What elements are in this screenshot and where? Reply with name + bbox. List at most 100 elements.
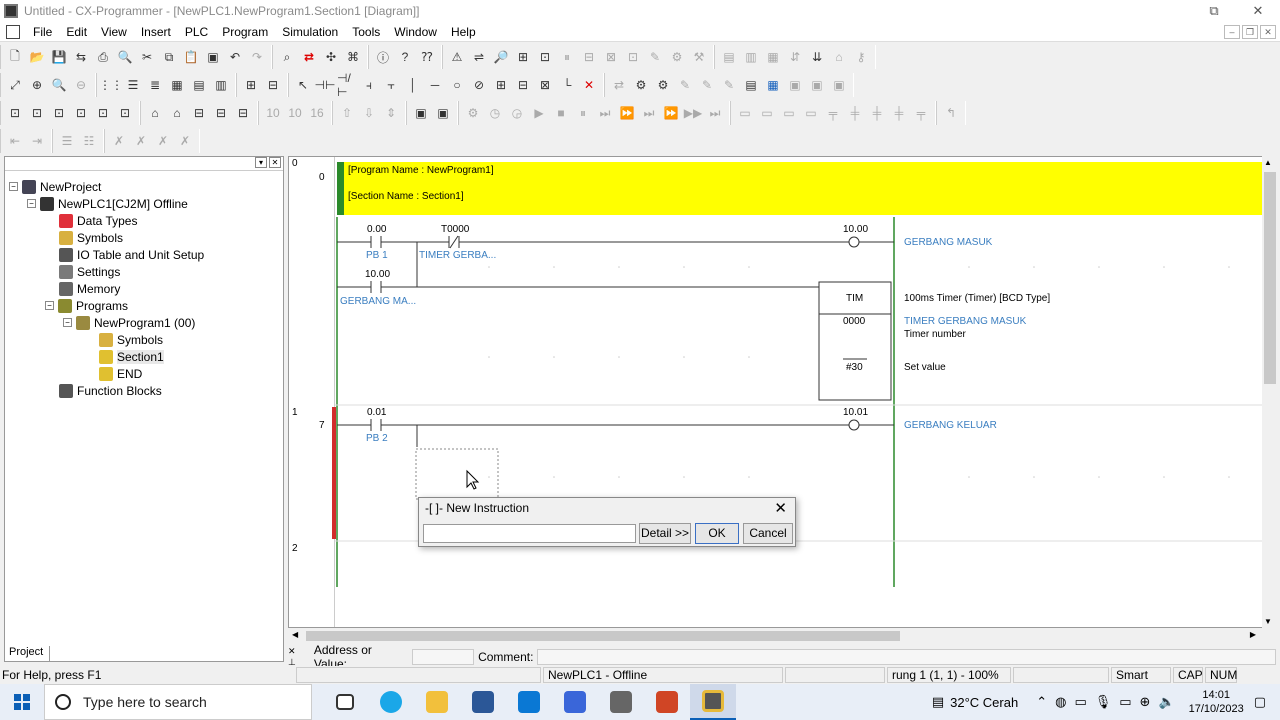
tree-node-plc[interactable]: − NewPLC1[CJ2M] Offline bbox=[27, 195, 188, 212]
battery-icon[interactable]: ▭ bbox=[1119, 694, 1131, 710]
news-icon[interactable]: ▤ bbox=[932, 694, 944, 710]
window-5-icon[interactable]: ⊡ bbox=[93, 104, 113, 122]
dim-edit-3-icon[interactable]: ✎ bbox=[719, 76, 739, 94]
properties-icon[interactable]: ⓘ bbox=[373, 48, 393, 66]
copy-icon[interactable]: ⧉ bbox=[159, 48, 179, 66]
sim-settings-icon[interactable]: ⚙ bbox=[463, 104, 483, 122]
output-window-icon[interactable]: ⊞ bbox=[513, 48, 533, 66]
unlock-icon[interactable]: ⚷ bbox=[851, 48, 871, 66]
find-icon[interactable]: ⌕ bbox=[277, 48, 297, 66]
menu-program[interactable]: Program bbox=[215, 25, 275, 39]
mdi-minimize-button[interactable]: – bbox=[1224, 24, 1240, 39]
transfer-icon[interactable]: ⇵ bbox=[785, 48, 805, 66]
sim-set-icon[interactable]: ◶ bbox=[507, 104, 527, 122]
menu-plc[interactable]: PLC bbox=[178, 25, 215, 39]
dim-edit-2-icon[interactable]: ✎ bbox=[697, 76, 717, 94]
comment-input[interactable] bbox=[537, 649, 1276, 665]
tray-chevron-icon[interactable]: ⌃ bbox=[1036, 694, 1047, 710]
taskbar-word[interactable] bbox=[460, 684, 506, 720]
tab-project[interactable]: Project bbox=[4, 646, 50, 662]
dim-trace-2-icon[interactable]: ▣ bbox=[807, 76, 827, 94]
align-6-icon[interactable]: ╪ bbox=[845, 104, 865, 122]
sim-step-in-icon[interactable]: ⏩ bbox=[617, 104, 637, 122]
vertical-line-icon[interactable]: │ bbox=[403, 76, 423, 94]
taskbar-mail[interactable] bbox=[506, 684, 552, 720]
address-input[interactable] bbox=[412, 649, 475, 665]
ladder-view-icon[interactable]: ⊞ bbox=[241, 76, 261, 94]
plc-icon[interactable]: ⌂ bbox=[829, 48, 849, 66]
collapse-toggle-icon[interactable]: − bbox=[63, 318, 72, 327]
return-icon[interactable]: ↰ bbox=[941, 104, 961, 122]
start-button[interactable] bbox=[0, 684, 44, 720]
window-7-icon[interactable]: ⊟ bbox=[189, 104, 209, 122]
list-2-icon[interactable]: ☷ bbox=[79, 132, 99, 150]
taskbar-search-box[interactable]: Type here to search bbox=[44, 684, 312, 720]
compare-icon[interactable]: ⇆ bbox=[71, 48, 91, 66]
toggle-view-icon[interactable]: ⇌ bbox=[469, 48, 489, 66]
ladder-diagram[interactable]: 0 0 1 7 2 [Program Name : NewProgram1] [… bbox=[288, 156, 1278, 628]
instruction-input[interactable] bbox=[423, 524, 636, 543]
taskbar-file-explorer[interactable] bbox=[414, 684, 460, 720]
replace-icon[interactable]: ⇄ bbox=[299, 48, 319, 66]
align-8-icon[interactable]: ╪ bbox=[889, 104, 909, 122]
or-nc-contact-icon[interactable]: ⫟ bbox=[381, 76, 401, 94]
search-program-icon[interactable]: 🔎 bbox=[491, 48, 511, 66]
mdi-close-button[interactable]: ✕ bbox=[1260, 24, 1276, 39]
align-5-icon[interactable]: ╤ bbox=[823, 104, 843, 122]
taskbar-powerpoint[interactable] bbox=[644, 684, 690, 720]
taskbar-cx-programmer[interactable] bbox=[690, 684, 736, 720]
tree-node-function-blocks[interactable]: Function Blocks bbox=[59, 382, 162, 399]
menu-edit[interactable]: Edit bbox=[59, 25, 94, 39]
tree-node-symbols[interactable]: Symbols bbox=[59, 229, 123, 246]
tree-node-end[interactable]: END bbox=[99, 365, 142, 382]
dim-edit-1-icon[interactable]: ✎ bbox=[675, 76, 695, 94]
sim-scan-icon[interactable]: ▶▶ bbox=[683, 104, 703, 122]
sim-run-icon[interactable]: ▶ bbox=[529, 104, 549, 122]
network-icon[interactable]: ⌂ bbox=[145, 104, 165, 122]
zoom-fit-icon[interactable]: ⤢ bbox=[5, 76, 25, 94]
rung-bookmark-icon[interactable]: ≣ bbox=[145, 76, 165, 94]
menu-insert[interactable]: Insert bbox=[134, 25, 178, 39]
align-3-icon[interactable]: ▭ bbox=[779, 104, 799, 122]
nc-coil-icon[interactable]: ⊘ bbox=[469, 76, 489, 94]
taskbar-math[interactable] bbox=[552, 684, 598, 720]
pane-pin-button[interactable]: ▾ bbox=[255, 157, 267, 168]
dim-tool-3-icon[interactable]: ⊡ bbox=[623, 48, 643, 66]
align-7-icon[interactable]: ╪ bbox=[867, 104, 887, 122]
delete-element-icon[interactable]: ✕ bbox=[579, 76, 599, 94]
cut-icon[interactable]: ✂ bbox=[137, 48, 157, 66]
mnemonic-view-icon[interactable]: ⊟ bbox=[263, 76, 283, 94]
compile-all-icon[interactable]: ⚙ bbox=[653, 76, 673, 94]
scroll-down-icon[interactable]: ▼ bbox=[1264, 617, 1272, 626]
language-icon[interactable]: ⊕ bbox=[1140, 694, 1151, 710]
instruction-icon[interactable]: ⊞ bbox=[491, 76, 511, 94]
io-comment-icon[interactable]: ▥ bbox=[211, 76, 231, 94]
taskbar-camera[interactable] bbox=[598, 684, 644, 720]
menu-tools[interactable]: Tools bbox=[345, 25, 387, 39]
force-off-icon[interactable]: ✗ bbox=[131, 132, 151, 150]
tree-node-newproject[interactable]: − NewProject bbox=[9, 178, 101, 195]
scroll-right-icon[interactable]: ▶ bbox=[1250, 630, 1256, 639]
microphone-icon[interactable]: 🎙 bbox=[1095, 694, 1112, 710]
sim-step-out-icon[interactable]: ⏭ bbox=[639, 104, 659, 122]
cancel-button[interactable]: Cancel bbox=[743, 523, 793, 544]
scroll-thumb[interactable] bbox=[1264, 172, 1276, 384]
tree-node-newprogram1[interactable]: − NewProgram1 (00) bbox=[63, 314, 195, 331]
io-table-icon[interactable]: ▤ bbox=[719, 48, 739, 66]
paste-icon[interactable]: 📋 bbox=[181, 48, 201, 66]
dim-tool-4-icon[interactable]: ✎ bbox=[645, 48, 665, 66]
download-icon[interactable]: ⇩ bbox=[359, 104, 379, 122]
show-comments-icon[interactable]: ☰ bbox=[123, 76, 143, 94]
warning-icon[interactable]: ⚠ bbox=[447, 48, 467, 66]
mdi-restore-button[interactable]: ❐ bbox=[1242, 24, 1258, 39]
tree-node-section1[interactable]: Section1 bbox=[99, 348, 164, 365]
weather[interactable]: 32°C Cerah bbox=[950, 695, 1018, 710]
document-icon[interactable] bbox=[6, 24, 20, 39]
align-2-icon[interactable]: ▭ bbox=[757, 104, 777, 122]
volume-icon[interactable]: 🔈 bbox=[1158, 694, 1174, 710]
meet-icon[interactable]: ▭ bbox=[1074, 694, 1086, 710]
open-folder-icon[interactable]: 📂 bbox=[27, 48, 47, 66]
collapse-toggle-icon[interactable]: − bbox=[45, 301, 54, 310]
address-reference-icon[interactable]: ⌘ bbox=[343, 48, 363, 66]
upload-icon[interactable]: ⇧ bbox=[337, 104, 357, 122]
